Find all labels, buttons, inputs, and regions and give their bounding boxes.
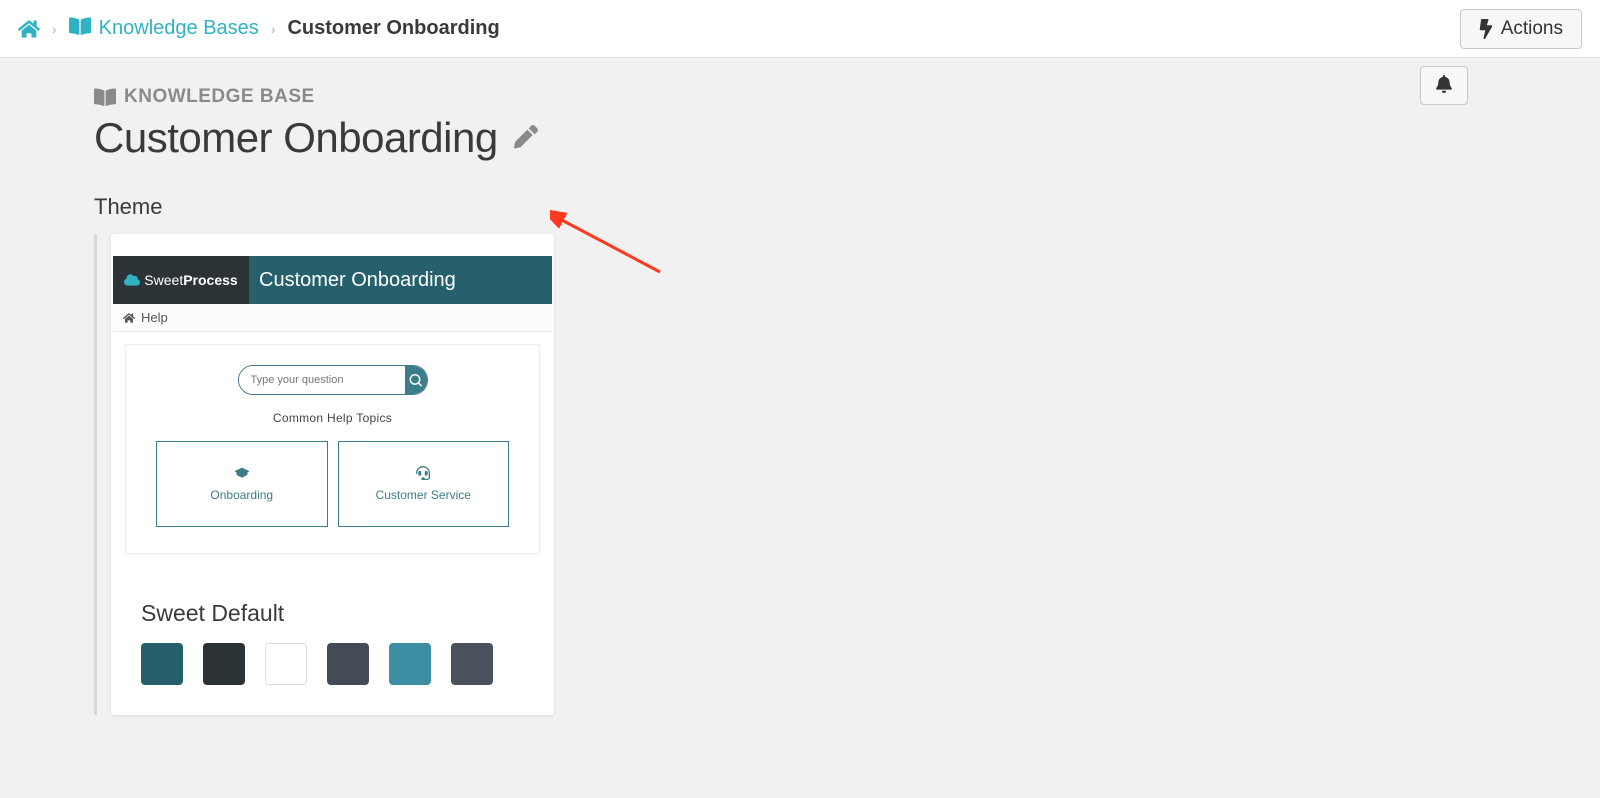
headset-icon — [416, 466, 430, 480]
preview-brand-sweet: Sweet — [144, 272, 183, 288]
preview-search-input[interactable] — [239, 366, 405, 394]
annotation-arrow-icon — [550, 210, 670, 280]
chevron-right-icon: › — [271, 21, 276, 37]
home-icon — [18, 18, 40, 40]
breadcrumb-current: Customer Onboarding — [287, 17, 499, 40]
preview-brand-process: Process — [183, 272, 237, 288]
preview-help-bar: Help — [113, 304, 552, 332]
theme-area: SweetProcess Customer Onboarding Help — [94, 234, 554, 715]
breadcrumb: › Knowledge Bases › Customer Onboarding — [18, 15, 500, 43]
book-icon — [69, 15, 91, 37]
preview-topic-grid: Onboarding Customer Service — [156, 441, 509, 527]
cloud-icon — [124, 272, 140, 288]
theme-swatch-6[interactable] — [451, 643, 493, 685]
preview-body: Common Help Topics Onboarding Customer S… — [125, 344, 540, 554]
theme-name: Sweet Default — [141, 600, 284, 627]
actions-button[interactable]: Actions — [1460, 9, 1582, 49]
actions-button-label: Actions — [1501, 18, 1563, 40]
topbar: › Knowledge Bases › Customer Onboarding … — [0, 0, 1600, 58]
theme-swatch-row — [111, 627, 554, 715]
theme-swatch-3[interactable] — [265, 643, 307, 685]
preview-title: Customer Onboarding — [249, 256, 552, 304]
lightning-icon — [1479, 19, 1493, 39]
book-icon — [94, 86, 116, 108]
theme-swatch-5[interactable] — [389, 643, 431, 685]
theme-swatch-1[interactable] — [141, 643, 183, 685]
page-kicker-label: KNOWLEDGE BASE — [124, 86, 315, 108]
preview-brand: SweetProcess — [113, 256, 249, 304]
preview-topic-label: Onboarding — [210, 488, 273, 502]
theme-swatch-4[interactable] — [327, 643, 369, 685]
notifications-button[interactable] — [1420, 66, 1468, 105]
edit-title-button[interactable] — [510, 121, 542, 156]
page-kicker: KNOWLEDGE BASE — [94, 86, 1600, 108]
breadcrumb-knowledge-bases[interactable]: Knowledge Bases — [69, 15, 259, 43]
preview-header: SweetProcess Customer Onboarding — [113, 256, 552, 304]
pencil-icon — [514, 125, 538, 149]
home-icon — [123, 312, 135, 324]
theme-swatch-2[interactable] — [203, 643, 245, 685]
breadcrumb-knowledge-bases-label: Knowledge Bases — [99, 17, 259, 40]
search-icon — [409, 374, 422, 387]
preview-search — [238, 365, 428, 395]
preview-search-button[interactable] — [405, 366, 427, 394]
page-title: Customer Onboarding — [94, 114, 498, 162]
preview-common-topics-label: Common Help Topics — [156, 411, 509, 425]
chevron-right-icon: › — [52, 21, 57, 37]
bell-icon — [1435, 75, 1453, 93]
preview-topic-label: Customer Service — [376, 488, 471, 502]
preview-topic-customer-service[interactable]: Customer Service — [338, 441, 510, 527]
theme-preview-card[interactable]: SweetProcess Customer Onboarding Help — [111, 234, 554, 715]
theme-section-heading: Theme — [94, 194, 1600, 220]
preview-help-label: Help — [141, 310, 168, 325]
main-content: KNOWLEDGE BASE Customer Onboarding Theme… — [0, 58, 1600, 715]
graduation-cap-icon — [235, 466, 249, 480]
breadcrumb-home[interactable] — [18, 18, 40, 40]
preview-topic-onboarding[interactable]: Onboarding — [156, 441, 328, 527]
